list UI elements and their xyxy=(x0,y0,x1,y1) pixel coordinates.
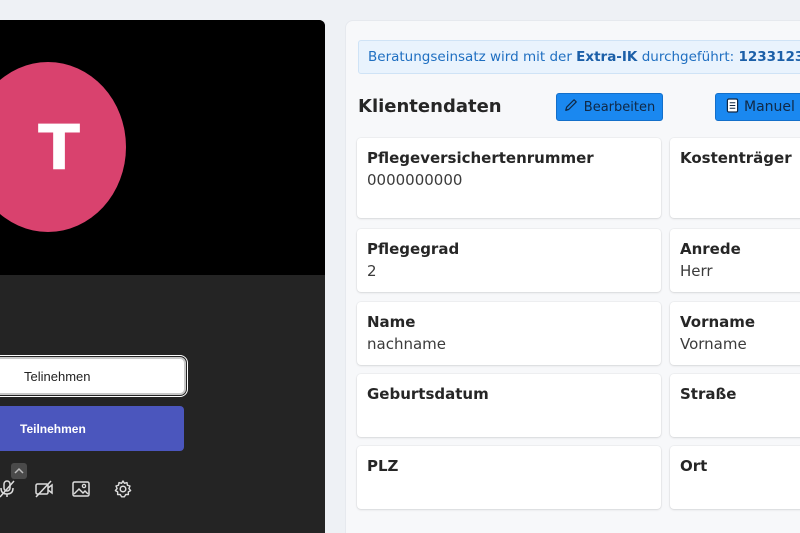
manual-entry-button-label: Manuel xyxy=(744,99,795,115)
field-label: Vorname xyxy=(680,313,756,331)
field-card-birth-date: Geburtsdatum xyxy=(357,374,661,437)
field-card-first-name: Vorname Vorname xyxy=(670,302,800,365)
field-card-city: Ort xyxy=(670,446,800,509)
mic-off-icon[interactable] xyxy=(0,478,18,500)
banner-ik-label: Extra-IK xyxy=(576,49,638,65)
field-card-salutation: Anrede Herr xyxy=(670,229,800,292)
pencil-icon xyxy=(564,98,578,116)
edit-button-label: Bearbeiten xyxy=(583,99,656,115)
field-card-insurance-number: Pflegeversichertenrummer 0000000000 xyxy=(357,138,661,218)
field-label: Pflegeversichertenrummer xyxy=(367,149,594,167)
chevron-up-icon[interactable] xyxy=(11,463,27,479)
join-primary-button[interactable]: Teilnehmen xyxy=(0,406,184,451)
field-card-postal-code: PLZ xyxy=(357,446,661,509)
field-label: Pflegegrad xyxy=(367,240,460,258)
gear-icon[interactable] xyxy=(112,478,134,500)
banner-prefix: Beratungseinsatz wird mit der xyxy=(368,49,577,65)
field-value: Herr xyxy=(680,262,713,280)
camera-off-icon[interactable] xyxy=(33,478,55,500)
field-card-payer: Kostenträger xyxy=(670,138,800,218)
field-label: Straße xyxy=(680,385,737,403)
extra-ik-banner: Beratungseinsatz wird mit der Extra-IK d… xyxy=(358,40,800,74)
field-card-care-level: Pflegegrad 2 xyxy=(357,229,661,292)
video-preview: T xyxy=(0,20,325,275)
field-label: PLZ xyxy=(367,457,399,475)
banner-ik-number: 1233123 xyxy=(738,49,800,65)
field-value: Vorname xyxy=(680,335,747,353)
field-value: 0000000000 xyxy=(367,171,463,189)
document-icon xyxy=(726,97,739,117)
field-label: Kostenträger xyxy=(680,149,792,167)
field-card-last-name: Name nachname xyxy=(357,302,661,365)
field-label: Name xyxy=(367,313,416,331)
banner-middle: durchgeführt: xyxy=(637,49,739,65)
background-image-icon[interactable] xyxy=(70,478,92,500)
edit-button[interactable]: Bearbeiten xyxy=(556,93,663,121)
join-outline-button[interactable]: Telinehmen xyxy=(0,355,188,397)
page-title: Klientendaten xyxy=(358,96,502,117)
field-value: 2 xyxy=(367,262,377,280)
avatar: T xyxy=(0,62,126,232)
field-label: Ort xyxy=(680,457,708,475)
field-value: nachname xyxy=(367,335,446,353)
field-card-street: Straße xyxy=(670,374,800,437)
field-label: Anrede xyxy=(680,240,741,258)
video-prejoin-panel: T Telinehmen Teilnehmen xyxy=(0,20,325,533)
field-label: Geburtsdatum xyxy=(367,385,489,403)
manual-entry-button[interactable]: Manuel xyxy=(715,93,800,121)
